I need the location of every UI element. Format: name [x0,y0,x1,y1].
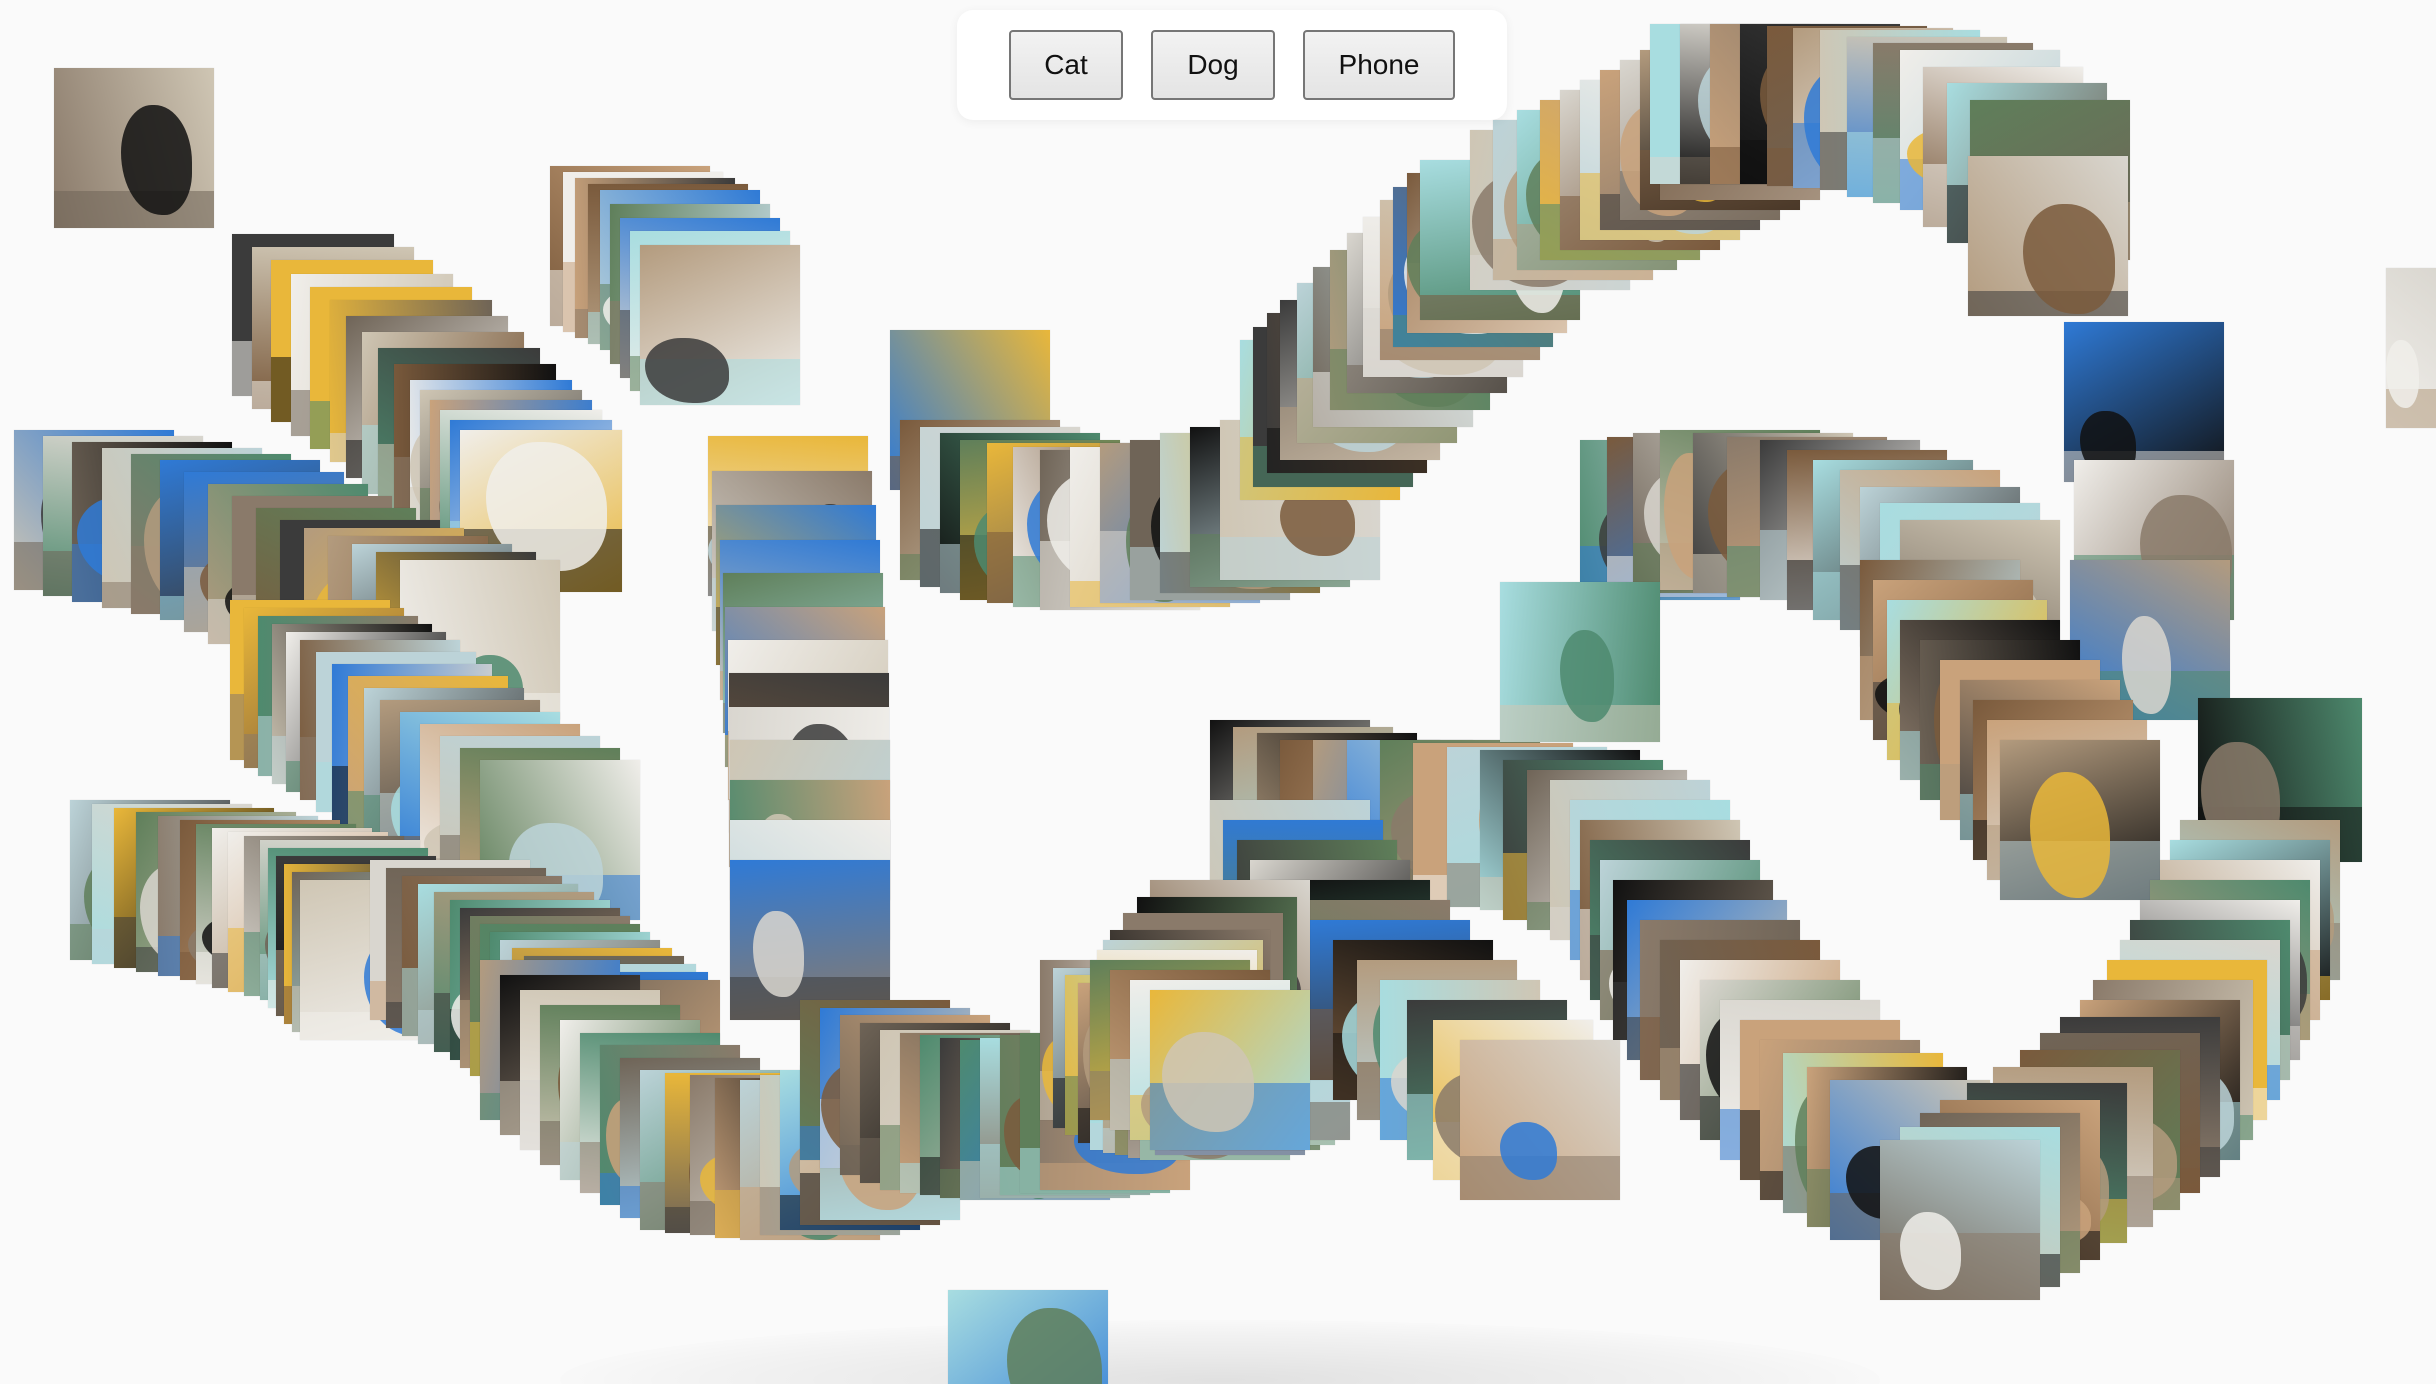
photo-card[interactable] [948,1290,1108,1384]
photo-card[interactable] [2064,322,2224,482]
photo-card[interactable] [2000,740,2160,900]
photo-card[interactable] [1968,156,2128,316]
dog-button[interactable]: Dog [1151,30,1275,100]
photo-card[interactable] [54,68,214,228]
photo-card[interactable] [2386,268,2436,428]
photo-card[interactable] [1880,1140,2040,1300]
toolbar: Cat Dog Phone [957,10,1507,120]
floor-shadow [560,1320,1880,1384]
gallery-canvas[interactable]: Cat Dog Phone [0,0,2436,1384]
photo-card[interactable] [640,245,800,405]
cat-button[interactable]: Cat [1009,30,1123,100]
phone-button[interactable]: Phone [1303,30,1455,100]
photo-card[interactable] [1460,1040,1620,1200]
photo-card[interactable] [730,860,890,1020]
photo-card[interactable] [1500,582,1660,742]
photo-card[interactable] [1150,990,1310,1150]
